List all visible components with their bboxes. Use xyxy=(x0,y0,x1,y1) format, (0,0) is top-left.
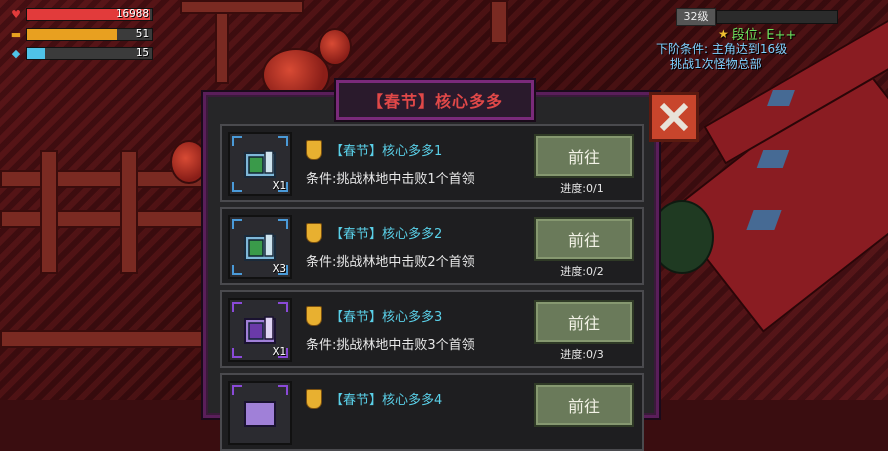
frame-corner xyxy=(232,182,242,192)
star-icon: ★ xyxy=(718,26,729,41)
reward-quantity: X3 xyxy=(272,262,286,275)
task-card: X3 【春节】核心多多2 条件:挑战林地中击败2个首领 前往 进度:0/2 xyxy=(220,207,644,285)
task-title: 【春节】核心多多4 xyxy=(330,393,443,408)
energy-row: ◆ 15 xyxy=(10,46,153,60)
frame-corner xyxy=(232,136,242,146)
energy-value: 15 xyxy=(135,45,149,59)
player-level: 32级 xyxy=(676,8,716,26)
heart-icon: ♥ xyxy=(11,7,21,21)
task-progress: 进度:0/3 xyxy=(560,348,604,361)
lantern xyxy=(318,28,352,66)
scenery-rail xyxy=(490,0,508,44)
task-card: X1 【春节】核心多多3 条件:挑战林地中击败3个首领 前往 进度:0/3 xyxy=(220,290,644,368)
task-title: 【春节】核心多多3 xyxy=(330,310,443,325)
tree xyxy=(650,200,714,274)
reward-item[interactable]: X1 xyxy=(228,132,292,196)
task-progress: 进度:0/2 xyxy=(560,265,604,278)
frame-corner xyxy=(232,219,242,229)
frame-corner xyxy=(232,385,242,395)
reward-item[interactable] xyxy=(228,381,292,445)
scenery-rail xyxy=(0,210,204,228)
armor-bar: 51 xyxy=(26,26,153,41)
frame-corner xyxy=(278,136,288,146)
scenery-rail xyxy=(180,0,304,14)
frame-corner xyxy=(232,348,242,358)
task-title: 【春节】核心多多1 xyxy=(330,144,443,159)
core-chest-icon xyxy=(244,401,276,427)
go-button[interactable]: 前往 xyxy=(534,383,634,427)
shield-badge-icon xyxy=(306,140,322,160)
scenery-rail xyxy=(40,150,58,274)
go-button[interactable]: 前往 xyxy=(534,217,634,261)
shield-badge-icon xyxy=(306,223,322,243)
reward-quantity: X1 xyxy=(272,345,286,358)
shield-badge-icon xyxy=(306,306,322,326)
close-button[interactable] xyxy=(649,92,699,142)
frame-corner xyxy=(278,302,288,312)
level-progress-bar xyxy=(716,10,838,24)
energy-drop-icon: ◆ xyxy=(11,46,21,60)
quest-hint-line2: 挑战1次怪物总部 xyxy=(670,57,762,71)
scenery-rail xyxy=(120,150,138,274)
armor-value: 51 xyxy=(135,26,149,40)
task-progress: 进度:0/1 xyxy=(560,182,604,195)
shield-badge-icon xyxy=(306,389,322,409)
frame-corner xyxy=(278,219,288,229)
task-condition: 条件:挑战林地中击败3个首领 xyxy=(306,338,475,353)
reward-quantity: X1 xyxy=(272,179,286,192)
hp-bar: 16988 xyxy=(26,6,153,21)
frame-corner xyxy=(232,302,242,312)
energy-bar: 15 xyxy=(26,45,153,60)
task-card: 【春节】核心多多4 前往 xyxy=(220,373,644,451)
dialog-title: 【春节】核心多多 xyxy=(336,80,534,120)
shield-icon: ▬ xyxy=(10,27,22,41)
hp-row: ♥ 16988 xyxy=(10,7,153,21)
task-title: 【春节】核心多多2 xyxy=(330,227,443,242)
energy-bar-fill xyxy=(27,47,45,59)
hp-value: 16988 xyxy=(115,6,149,20)
task-card: X1 【春节】核心多多1 条件:挑战林地中击败1个首领 前往 进度:0/1 xyxy=(220,124,644,202)
frame-corner xyxy=(232,265,242,275)
reward-item[interactable]: X1 xyxy=(228,298,292,362)
armor-bar-fill xyxy=(27,28,117,40)
task-condition: 条件:挑战林地中击败2个首领 xyxy=(306,255,475,270)
go-button[interactable]: 前往 xyxy=(534,134,634,178)
task-condition: 条件:挑战林地中击败1个首领 xyxy=(306,172,475,187)
armor-row: ▬ 51 xyxy=(10,27,153,41)
frame-corner xyxy=(278,385,288,395)
reward-item[interactable]: X3 xyxy=(228,215,292,279)
scenery-rail xyxy=(0,330,204,348)
go-button[interactable]: 前往 xyxy=(534,300,634,344)
